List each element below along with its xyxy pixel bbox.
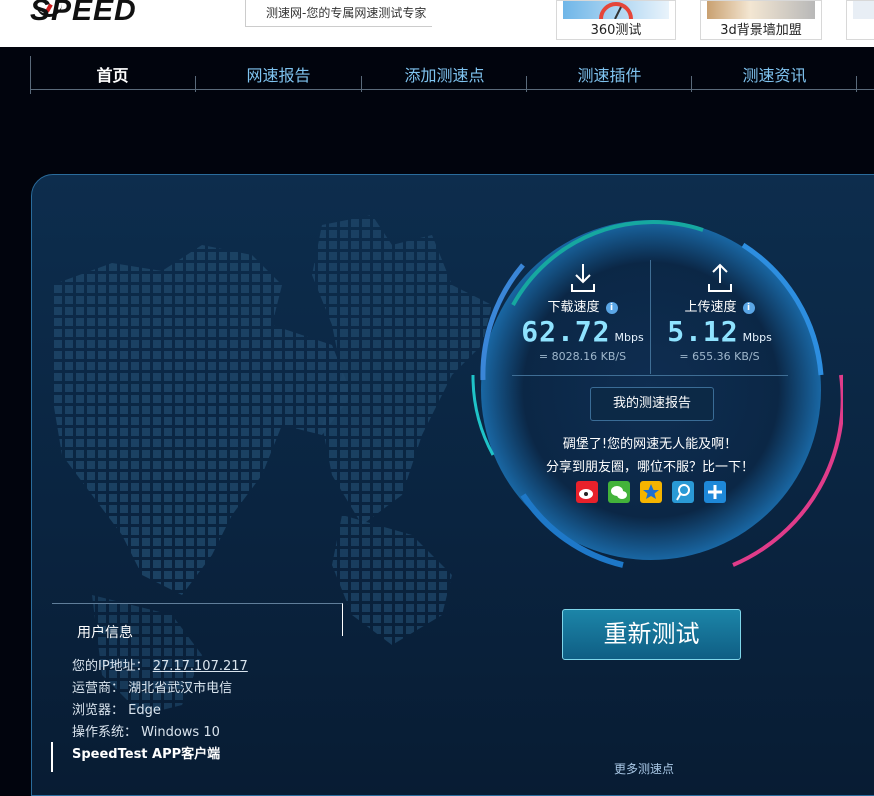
user-ip-row: 您的IP地址： 27.17.107.217 — [72, 659, 248, 674]
gauge-thumb-icon — [599, 2, 633, 20]
tencent-weibo-icon[interactable] — [672, 481, 694, 503]
nav-speed-report[interactable]: 网速报告 — [196, 62, 361, 86]
user-ip-link[interactable]: 27.17.107.217 — [153, 659, 248, 674]
ad-360-test[interactable]: 360测试 — [556, 0, 676, 40]
download-unit: Mbps — [614, 331, 644, 344]
app-section-marker — [51, 742, 53, 772]
wechat-glyph-icon — [611, 486, 627, 499]
download-metric: 下载速度 i 62.72 Mbps = 8028.16 KB/S — [515, 262, 650, 363]
download-value: 62.72 — [521, 315, 611, 348]
upload-label: 上传速度 i — [652, 296, 787, 315]
ad-caption: 360测试 — [590, 23, 642, 38]
ad-thumbnail — [853, 1, 874, 19]
weibo-icon[interactable] — [576, 481, 598, 503]
ad-caption: 3d背景墙加盟 — [720, 23, 802, 38]
nav-divider — [856, 76, 857, 92]
star-glyph-icon — [643, 484, 659, 499]
upload-kbs: = 655.36 KB/S — [679, 350, 760, 363]
user-browser-row: 浏览器： Edge — [72, 703, 161, 718]
metric-divider-vertical — [650, 260, 651, 374]
user-os-row: 操作系统： Windows 10 — [72, 725, 220, 740]
weibo-glyph-icon — [579, 489, 593, 499]
wechat-icon[interactable] — [608, 481, 630, 503]
ad-thumbnail — [563, 1, 669, 20]
metric-divider-horizontal — [512, 375, 788, 376]
nav-add-test-point[interactable]: 添加测速点 — [362, 62, 527, 86]
user-isp-row: 运营商： 湖北省武汉市电信 — [72, 681, 233, 696]
info-icon[interactable]: i — [605, 302, 618, 314]
speedtest-app-link[interactable]: SpeedTest APP客户端 — [72, 743, 220, 762]
upload-metric: 上传速度 i 5.12 Mbps = 655.36 KB/S — [652, 262, 787, 363]
nav-underline — [30, 89, 874, 90]
top-header: SPEED 测速网-您的专属网速测试专家 360测试 3d背景墙加盟 — [0, 0, 874, 47]
info-icon[interactable]: i — [742, 302, 755, 314]
download-label: 下载速度 i — [515, 296, 650, 315]
result-message-line1: 碉堡了!您的网速无人能及啊！ — [562, 437, 738, 452]
nav-speed-news[interactable]: 测速资讯 — [692, 62, 857, 86]
download-value-row: 62.72 Mbps — [515, 315, 650, 348]
retest-button[interactable]: 重新测试 — [562, 609, 741, 660]
nav-speed-plugin[interactable]: 测速插件 — [527, 62, 692, 86]
main-nav: 首页 网速报告 添加测速点 测速插件 测速资讯 — [30, 56, 874, 94]
upload-value-row: 5.12 Mbps — [652, 315, 787, 348]
result-message-line2: 分享到朋友圈，哪位不服？比一下！ — [545, 460, 754, 475]
upload-unit: Mbps — [742, 331, 772, 344]
plus-glyph-icon — [708, 485, 722, 499]
my-report-button[interactable]: 我的测速报告 — [590, 387, 714, 421]
upload-arrow-icon — [707, 263, 732, 292]
site-slogan: 测速网-您的专属网速测试专家 — [245, 0, 432, 27]
download-arrow-icon — [570, 264, 595, 292]
download-kbs: = 8028.16 KB/S — [538, 350, 627, 363]
tencent-glyph-icon — [676, 484, 690, 501]
qzone-icon[interactable] — [640, 481, 662, 503]
ad-partial[interactable] — [846, 0, 874, 40]
ad-3d-wall[interactable]: 3d背景墙加盟 — [700, 0, 822, 40]
nav-home[interactable]: 首页 — [30, 62, 195, 86]
upload-value: 5.12 — [667, 315, 739, 348]
user-info-title: 用户信息 — [77, 625, 133, 641]
site-logo[interactable]: SPEED — [30, 0, 137, 28]
ad-thumbnail — [707, 1, 815, 19]
more-share-icon[interactable] — [704, 481, 726, 503]
